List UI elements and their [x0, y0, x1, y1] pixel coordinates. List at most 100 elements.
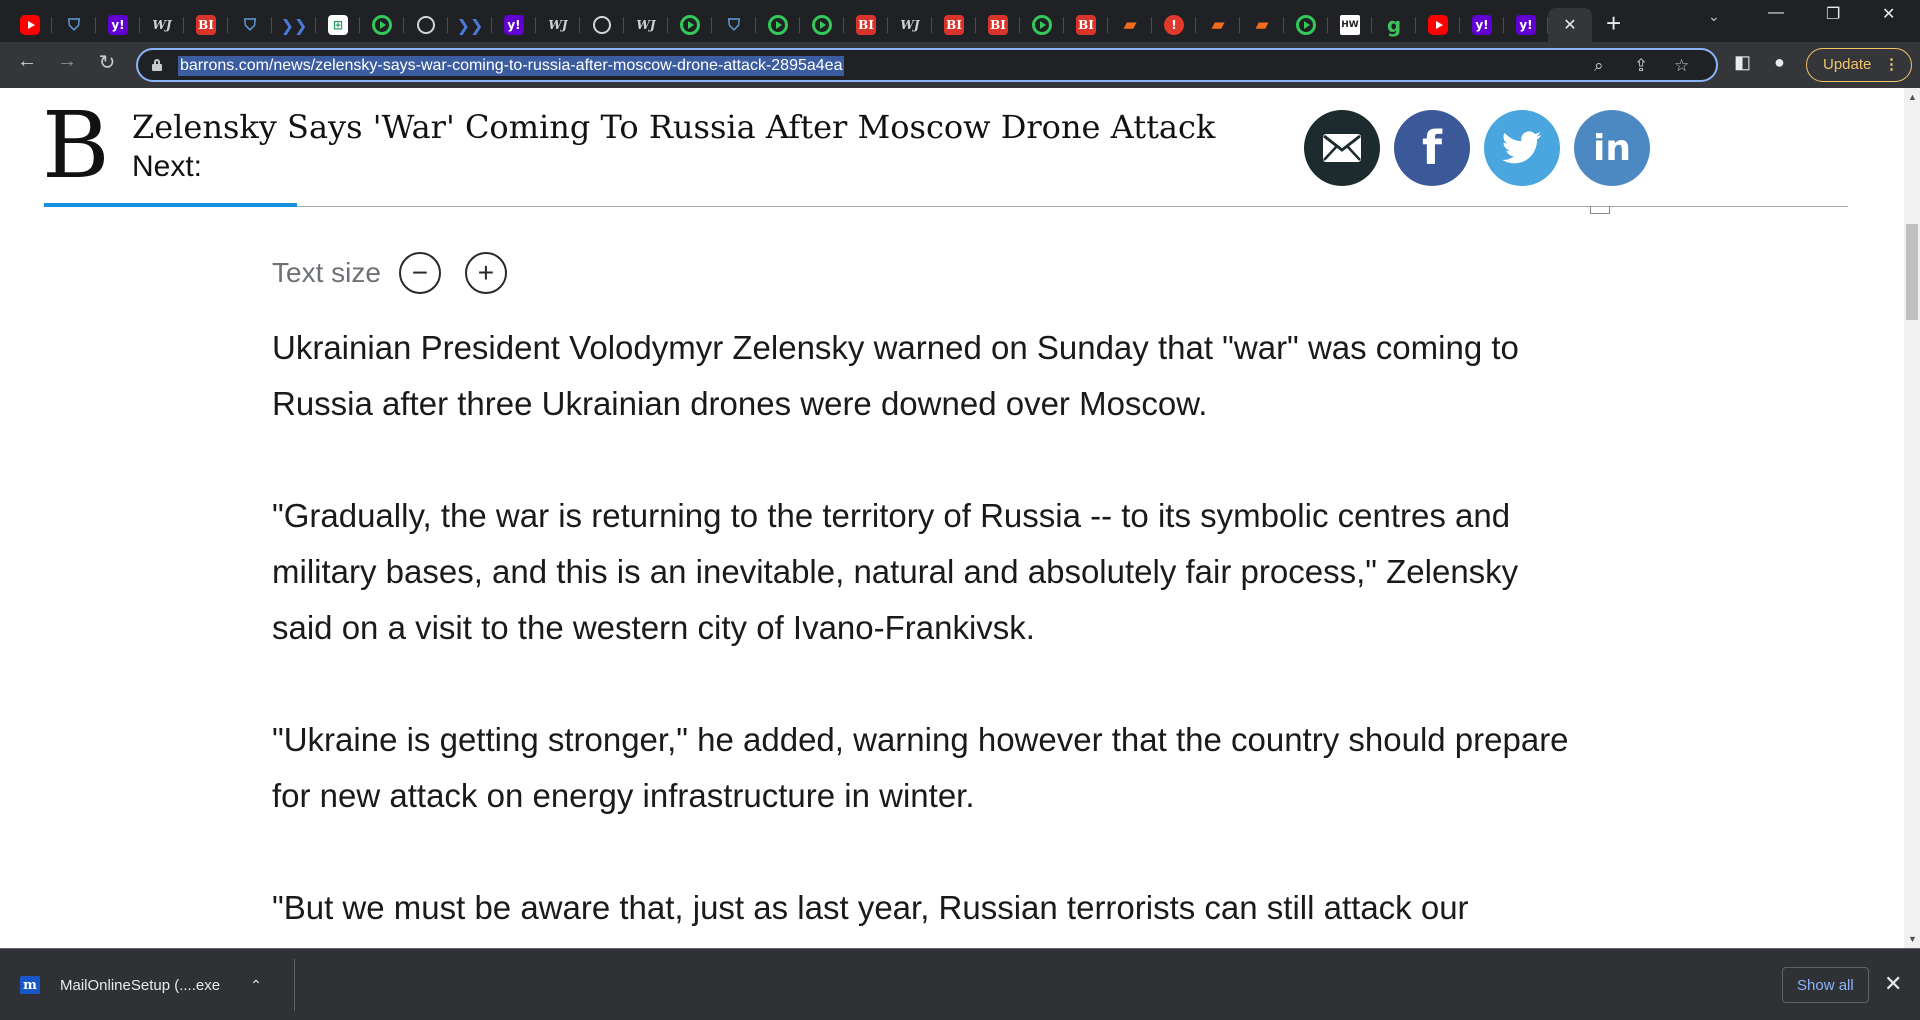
twitter-share-button[interactable]: [1484, 110, 1560, 186]
download-item[interactable]: m MailOnlineSetup (....exe ⌃: [20, 967, 262, 1003]
youtube-icon: [1428, 15, 1448, 35]
download-bar: m MailOnlineSetup (....exe ⌃ Show all ✕: [0, 948, 1920, 1020]
facebook-share-button[interactable]: f: [1394, 110, 1470, 186]
barrons-logo[interactable]: B: [42, 100, 110, 192]
browser-tab[interactable]: ⛉: [712, 8, 756, 42]
article-body: Ukrainian President Volodymyr Zelensky w…: [272, 320, 1572, 948]
show-all-button[interactable]: Show all: [1782, 967, 1869, 1003]
yahoo-icon: y!: [108, 15, 128, 35]
new-tab-icon[interactable]: +: [1606, 8, 1621, 39]
bookmark-star-icon[interactable]: ☆: [1674, 56, 1689, 76]
profile-icon[interactable]: ●: [1774, 52, 1785, 73]
scroll-thumb[interactable]: [1906, 224, 1918, 320]
browser-tab[interactable]: HW: [1328, 8, 1372, 42]
minimize-icon[interactable]: —: [1768, 4, 1784, 22]
wsj-icon: WJ: [548, 18, 568, 32]
menu-icon[interactable]: ⋮: [1884, 49, 1899, 81]
browser-tab[interactable]: BI: [184, 8, 228, 42]
tab-close-icon[interactable]: ✕: [1563, 15, 1576, 35]
browser-tab[interactable]: BI: [932, 8, 976, 42]
active-tab[interactable]: ✕: [1548, 8, 1592, 42]
address-bar[interactable]: barrons.com/news/zelensky-says-war-comin…: [136, 48, 1718, 82]
scroll-down-icon[interactable]: ▼: [1908, 934, 1917, 944]
browser-tab[interactable]: [800, 8, 844, 42]
browser-tab[interactable]: ▰: [1108, 8, 1152, 42]
browser-tab[interactable]: [668, 8, 712, 42]
share-icon[interactable]: ⇪: [1634, 56, 1648, 76]
browser-tab[interactable]: ▰: [1196, 8, 1240, 42]
browser-tab[interactable]: [404, 8, 448, 42]
arrow-icon: ❯❯: [280, 15, 308, 35]
email-share-button[interactable]: [1304, 110, 1380, 186]
red-circle-icon: !: [1164, 15, 1184, 35]
browser-tab[interactable]: !: [1152, 8, 1196, 42]
browser-tab[interactable]: [756, 8, 800, 42]
article-paragraph: "Gradually, the war is returning to the …: [272, 497, 1519, 646]
browser-tab[interactable]: [580, 8, 624, 42]
update-button[interactable]: Update ⋮: [1806, 48, 1912, 82]
collapsed-widget-tab[interactable]: [1590, 206, 1610, 214]
reading-progress-fill: [44, 203, 297, 207]
browser-tab[interactable]: ❯❯: [272, 8, 316, 42]
side-panel-icon[interactable]: ◧: [1734, 52, 1751, 73]
yahoo-icon: y!: [1516, 15, 1536, 35]
article-paragraph: "But we must be aware that, just as last…: [272, 889, 1469, 926]
browser-tab[interactable]: [1020, 8, 1064, 42]
back-icon[interactable]: ←: [12, 50, 42, 73]
next-label: Next:: [132, 150, 203, 183]
browser-tab[interactable]: WJ: [536, 8, 580, 42]
g-icon: g: [1386, 13, 1402, 37]
email-icon: [1323, 134, 1361, 162]
hw-icon: HW: [1340, 15, 1360, 35]
scroll-up-icon[interactable]: ▲: [1908, 92, 1917, 102]
browser-tab[interactable]: WJ: [140, 8, 184, 42]
browser-tab[interactable]: [1416, 8, 1460, 42]
browser-toolbar: ← → ↻ barrons.com/news/zelensky-says-war…: [0, 42, 1920, 88]
browser-tab[interactable]: BI: [1064, 8, 1108, 42]
lock-icon[interactable]: [152, 59, 162, 71]
url-text[interactable]: barrons.com/news/zelensky-says-war-comin…: [178, 56, 845, 76]
browser-tab[interactable]: WJ: [888, 8, 932, 42]
browser-tab[interactable]: y!: [492, 8, 536, 42]
browser-tab[interactable]: y!: [1504, 8, 1548, 42]
browser-tab[interactable]: ⛉: [228, 8, 272, 42]
browser-tab[interactable]: ⛉: [52, 8, 96, 42]
play-icon: [680, 15, 700, 35]
browser-tab[interactable]: g: [1372, 8, 1416, 42]
browser-tab[interactable]: y!: [1460, 8, 1504, 42]
play-icon: [1032, 15, 1052, 35]
wsj-icon: WJ: [152, 18, 172, 32]
browser-tab[interactable]: ⊞: [316, 8, 360, 42]
browser-tab[interactable]: y!: [96, 8, 140, 42]
browser-tab[interactable]: [360, 8, 404, 42]
business-insider-icon: BI: [988, 15, 1008, 35]
browser-tab[interactable]: BI: [844, 8, 888, 42]
zoom-icon[interactable]: ⌕: [1594, 56, 1604, 76]
wsj-icon: WJ: [900, 18, 920, 32]
youtube-icon: [20, 15, 40, 35]
increase-text-size-button[interactable]: +: [464, 252, 507, 294]
chevron-up-icon[interactable]: ⌃: [250, 977, 262, 994]
page-scrollbar[interactable]: ▲ ▼: [1904, 88, 1920, 948]
browser-tab[interactable]: [1284, 8, 1328, 42]
reload-icon[interactable]: ↻: [92, 50, 122, 75]
browser-tab[interactable]: BI: [976, 8, 1020, 42]
bookmark-icon: ▰: [1211, 15, 1225, 35]
linkedin-share-button[interactable]: in: [1574, 110, 1650, 186]
close-download-bar-icon[interactable]: ✕: [1884, 971, 1902, 997]
page-content: B Zelensky Says 'War' Coming To Russia A…: [0, 88, 1904, 948]
decrease-text-size-button[interactable]: −: [398, 252, 441, 294]
browser-tab[interactable]: WJ: [624, 8, 668, 42]
browser-tab[interactable]: ▰: [1240, 8, 1284, 42]
restore-icon[interactable]: ❐: [1826, 4, 1840, 24]
browser-tab[interactable]: [8, 8, 52, 42]
tab-search-icon[interactable]: ⌄: [1708, 8, 1720, 25]
browser-tab[interactable]: ❯❯: [448, 8, 492, 42]
forward-icon[interactable]: →: [52, 50, 82, 73]
bookmark-icon: ▰: [1255, 15, 1269, 35]
linkedin-icon: in: [1593, 127, 1631, 169]
arrow-icon: ❯❯: [456, 15, 484, 35]
shield-icon: ⛉: [67, 15, 80, 34]
business-insider-icon: BI: [1076, 15, 1096, 35]
window-close-icon[interactable]: ✕: [1882, 4, 1895, 24]
